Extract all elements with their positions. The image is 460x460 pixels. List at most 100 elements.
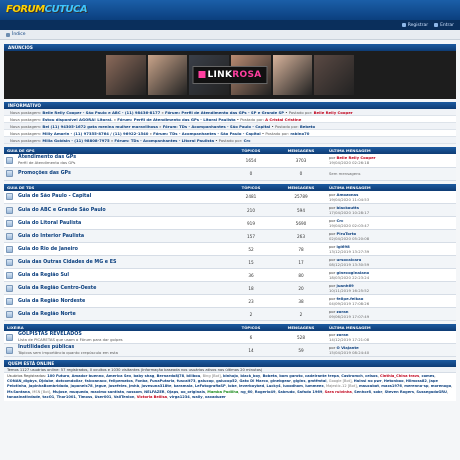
info-poster-link[interactable]: rabino70 xyxy=(290,131,309,136)
online-user-link[interactable]: Sara ruivinha xyxy=(325,390,352,394)
online-user-link[interactable]: luxodhom xyxy=(283,384,303,388)
online-user-link[interactable]: NELFAZER xyxy=(144,390,164,394)
info-forum-link[interactable]: Fórum: TDs - Acompanhantes - São Paulo -… xyxy=(163,124,271,129)
info-topic-link[interactable]: Milly Amorin - (11) 97355-8764 / (11) 96… xyxy=(42,131,148,136)
online-user-link[interactable]: Safado 1969 xyxy=(297,390,322,394)
online-user-link[interactable]: comes xyxy=(421,374,434,378)
online-user-link[interactable]: Amador buenno xyxy=(72,374,104,378)
online-user-link[interactable]: tanoainativdade xyxy=(7,395,40,399)
online-user-link[interactable]: cadeirante trepa xyxy=(305,374,339,378)
online-user-link[interactable]: Hainsi no pwr xyxy=(354,379,382,383)
forum-title-link[interactable]: Guia do Interior Paulista xyxy=(18,234,223,239)
online-user-link[interactable]: 100 Futuro xyxy=(47,374,69,378)
online-user-link[interactable]: Sabrudo xyxy=(278,390,295,394)
forum-title-link[interactable]: Guia do Rio de Janeiro xyxy=(18,247,223,252)
online-user-link[interactable]: falcoanaco xyxy=(85,379,107,383)
online-user-link[interactable]: maxs1976 xyxy=(381,384,402,388)
online-user-link[interactable]: Lucky4 xyxy=(266,384,280,388)
online-user-link[interactable]: FunaPutaria xyxy=(150,379,175,383)
online-user-link[interactable]: galucop52 xyxy=(216,379,237,383)
online-user-link[interactable]: billbou xyxy=(186,374,200,378)
info-forum-link[interactable]: Fórum: Perfil de Atendimento das GPs - S… xyxy=(165,110,284,115)
online-user-link[interactable]: Bobeta xyxy=(263,374,277,378)
online-user-link[interactable]: bom garoto xyxy=(279,374,302,378)
info-topic-link[interactable]: Belle Reily Cooper - São Paulo e ABC - (… xyxy=(42,110,160,115)
online-user-link[interactable]: Rogerio49 xyxy=(255,390,276,394)
online-user-link[interactable]: oo_originals xyxy=(181,390,205,394)
online-user-link[interactable]: America Sex xyxy=(106,374,131,378)
online-user-link[interactable]: leverboybed xyxy=(239,384,264,388)
online-user-link[interactable]: CONAN_digbys xyxy=(7,379,37,383)
info-topic-link[interactable]: Bel (11) 94305-1672 gata menina mulher m… xyxy=(42,124,158,129)
online-user-link[interactable]: Josefeles xyxy=(108,384,126,388)
online-user-link[interactable]: merenno-sp xyxy=(404,384,428,388)
forum-title-link[interactable]: Guia do Litoral Paulista xyxy=(18,221,223,226)
forum-title-link[interactable]: Promoções das GPs xyxy=(18,171,223,176)
info-forum-link[interactable]: Fórum: Perfil de Atendimento das GPs - L… xyxy=(117,117,235,122)
online-user-link[interactable]: Djdube xyxy=(39,379,53,383)
online-user-link[interactable]: xaxaduzer xyxy=(205,395,226,399)
online-user-link[interactable]: maximo santista xyxy=(90,390,124,394)
online-user-link[interactable]: Gato Di Marco xyxy=(239,379,268,383)
online-user-link[interactable]: morenogo xyxy=(431,384,452,388)
forum-title-link[interactable]: Guia de São Paulo - Capital xyxy=(18,194,223,199)
online-user-link[interactable]: dotcomdollar xyxy=(56,379,83,383)
online-user-link[interactable]: Jmhb xyxy=(129,384,139,388)
online-user-link[interactable]: japoneis78 xyxy=(71,384,93,388)
online-user-link[interactable]: Thor1001 xyxy=(57,395,76,399)
online-user-link[interactable]: celsos xyxy=(365,374,378,378)
online-user-link[interactable]: virga1234 xyxy=(169,395,189,399)
online-user-link[interactable]: JapinhaBombridado xyxy=(29,384,69,388)
online-user-link[interactable]: LeFotografiaSP xyxy=(195,384,226,388)
online-user-link[interactable]: lummeex xyxy=(305,384,323,388)
forum-title-link[interactable]: Guia da Região Nordeste xyxy=(18,299,223,304)
online-user-link[interactable]: Bernardo8j78 xyxy=(157,374,184,378)
online-user-link[interactable]: baby shag xyxy=(133,374,154,378)
info-forum-link[interactable]: Fórum: TDs - Acompanhantes - São Paulo -… xyxy=(153,131,261,136)
online-user-link[interactable]: User001 xyxy=(95,395,112,399)
online-user-link[interactable]: Victoria Bellisa xyxy=(137,395,167,399)
info-poster-link[interactable]: Bebeto xyxy=(300,124,315,129)
online-user-link[interactable]: nossom xyxy=(126,390,142,394)
forum-title-link[interactable]: Guia das Outras Cidades de MG e ES xyxy=(18,260,223,265)
online-user-link[interactable]: ginebgear xyxy=(270,379,291,383)
online-user-link[interactable]: galucop xyxy=(198,379,214,383)
online-user-link[interactable]: VallTenion xyxy=(114,395,135,399)
online-user-link[interactable]: sobr xyxy=(373,390,382,394)
online-user-link[interactable]: black_boy xyxy=(240,374,260,378)
online-user-link[interactable]: muqueda xyxy=(69,390,88,394)
info-topic-link[interactable]: Estou disponível AGORA! Litoral. xyxy=(42,117,112,122)
online-user-link[interactable]: Ojaps xyxy=(167,390,178,394)
breadcrumb-index[interactable]: Índice xyxy=(12,32,26,37)
online-user-link[interactable]: Cinthia_China travs xyxy=(380,374,419,378)
online-user-link[interactable]: Mujose xyxy=(53,390,67,394)
online-user-link[interactable]: Castromch xyxy=(341,374,363,378)
online-user-link[interactable]: Senhor8 xyxy=(354,390,371,394)
info-forum-link[interactable]: Fórum: TDs - Acompanhantes - Litoral Pau… xyxy=(114,138,214,143)
forum-title-link[interactable]: Guia do ABC e Grande São Paulo xyxy=(18,208,223,213)
online-user-link[interactable]: fuscalt73 xyxy=(177,379,196,383)
online-user-link[interactable]: tacO1 xyxy=(42,395,54,399)
online-user-link[interactable]: Jovesuna318te xyxy=(141,384,171,388)
info-poster-link[interactable]: Belle Reily Cooper xyxy=(314,110,353,115)
online-user-link[interactable]: gmtfmtal xyxy=(308,379,327,383)
info-topic-link[interactable]: Milla Goldsin - (11) 98808-7975 xyxy=(42,138,109,143)
online-user-link[interactable]: binhojo xyxy=(223,374,238,378)
online-user-link[interactable]: karamala xyxy=(174,384,193,388)
login-link[interactable]: Entrar xyxy=(434,23,454,28)
online-user-link[interactable]: Mr.Santana xyxy=(7,390,30,394)
ad-banner[interactable]: LINKROSA xyxy=(4,51,456,99)
info-poster-link[interactable]: Crc xyxy=(244,138,251,143)
online-user-link[interactable]: gigins xyxy=(293,379,305,383)
online-user-link[interactable]: Fonba xyxy=(135,379,147,383)
info-poster-link[interactable]: A Cristal Cristine xyxy=(265,117,301,122)
online-user-link[interactable]: felipematos xyxy=(109,379,133,383)
online-user-link[interactable]: Mamba Padilha xyxy=(207,390,238,394)
online-user-link[interactable]: wally xyxy=(192,395,203,399)
online-user-link[interactable]: SussegadoGRU xyxy=(416,390,447,394)
forum-title-link[interactable]: Guia da Região Sul xyxy=(18,273,223,278)
online-user-link[interactable]: Hetonboo xyxy=(384,379,404,383)
online-user-link[interactable]: jegue xyxy=(95,384,106,388)
forum-title-link[interactable]: Guia da Região Centro-Oeste xyxy=(18,286,223,291)
online-user-link[interactable]: lobe xyxy=(228,384,237,388)
